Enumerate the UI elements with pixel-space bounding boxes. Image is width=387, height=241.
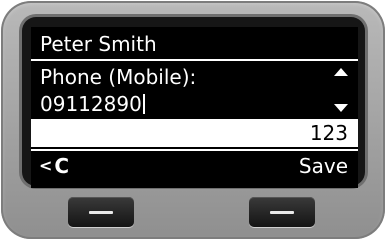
scroll-up-icon[interactable] — [334, 68, 348, 76]
contact-name: Peter Smith — [40, 32, 157, 56]
dash-icon — [89, 211, 113, 214]
phone-number-value: 09112890 — [40, 92, 142, 116]
softkey-bar: < C Save — [31, 149, 358, 181]
field-label: Phone (Mobile): — [40, 65, 197, 89]
dash-icon — [270, 211, 294, 214]
scroll-down-icon[interactable] — [334, 104, 348, 112]
arrow-left-icon: < — [39, 156, 53, 175]
save-softkey[interactable]: Save — [299, 155, 348, 177]
input-mode-indicator: 123 — [309, 121, 348, 145]
clear-softkey-label: C — [54, 154, 70, 178]
display-screen: Peter Smith Phone (Mobile): 09112890 123… — [31, 27, 358, 188]
text-cursor — [142, 94, 145, 114]
input-mode-bar: 123 — [31, 119, 358, 147]
left-display-key[interactable] — [68, 197, 134, 227]
clear-softkey[interactable]: < C — [39, 155, 69, 177]
right-display-key[interactable] — [249, 197, 315, 227]
title-bar: Peter Smith — [31, 27, 358, 61]
phone-number-input[interactable]: 09112890 — [40, 93, 145, 115]
